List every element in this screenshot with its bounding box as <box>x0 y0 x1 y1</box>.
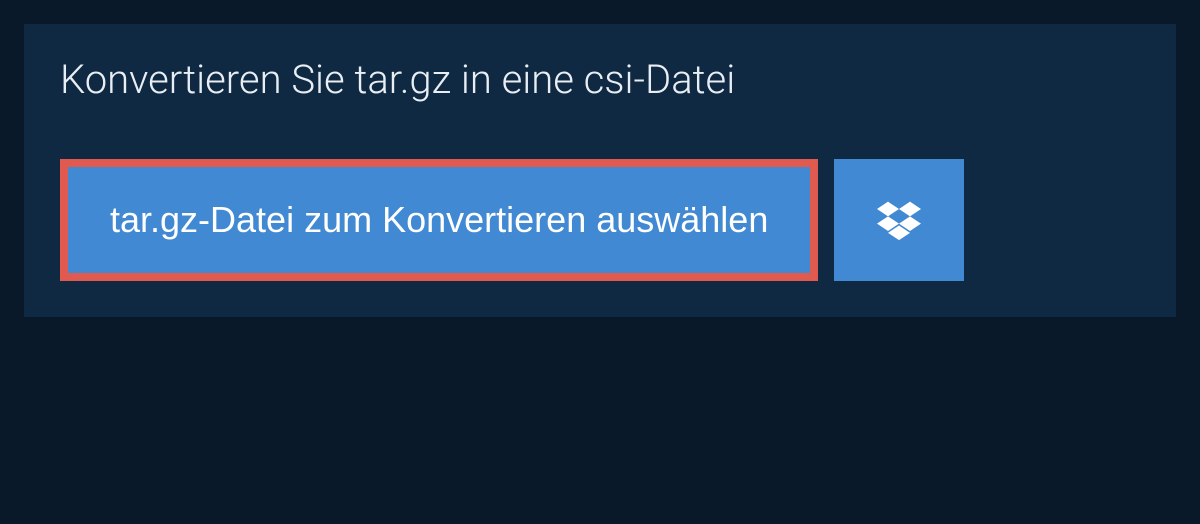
conversion-card: Konvertieren Sie tar.gz in eine csi-Date… <box>24 24 1176 317</box>
dropbox-icon <box>877 198 921 242</box>
select-button-highlight: tar.gz-Datei zum Konvertieren auswählen <box>60 159 818 281</box>
button-row: tar.gz-Datei zum Konvertieren auswählen <box>24 131 1176 317</box>
card-title: Konvertieren Sie tar.gz in eine csi-Date… <box>24 24 1176 131</box>
select-file-button[interactable]: tar.gz-Datei zum Konvertieren auswählen <box>68 167 810 273</box>
dropbox-button[interactable] <box>834 159 964 281</box>
